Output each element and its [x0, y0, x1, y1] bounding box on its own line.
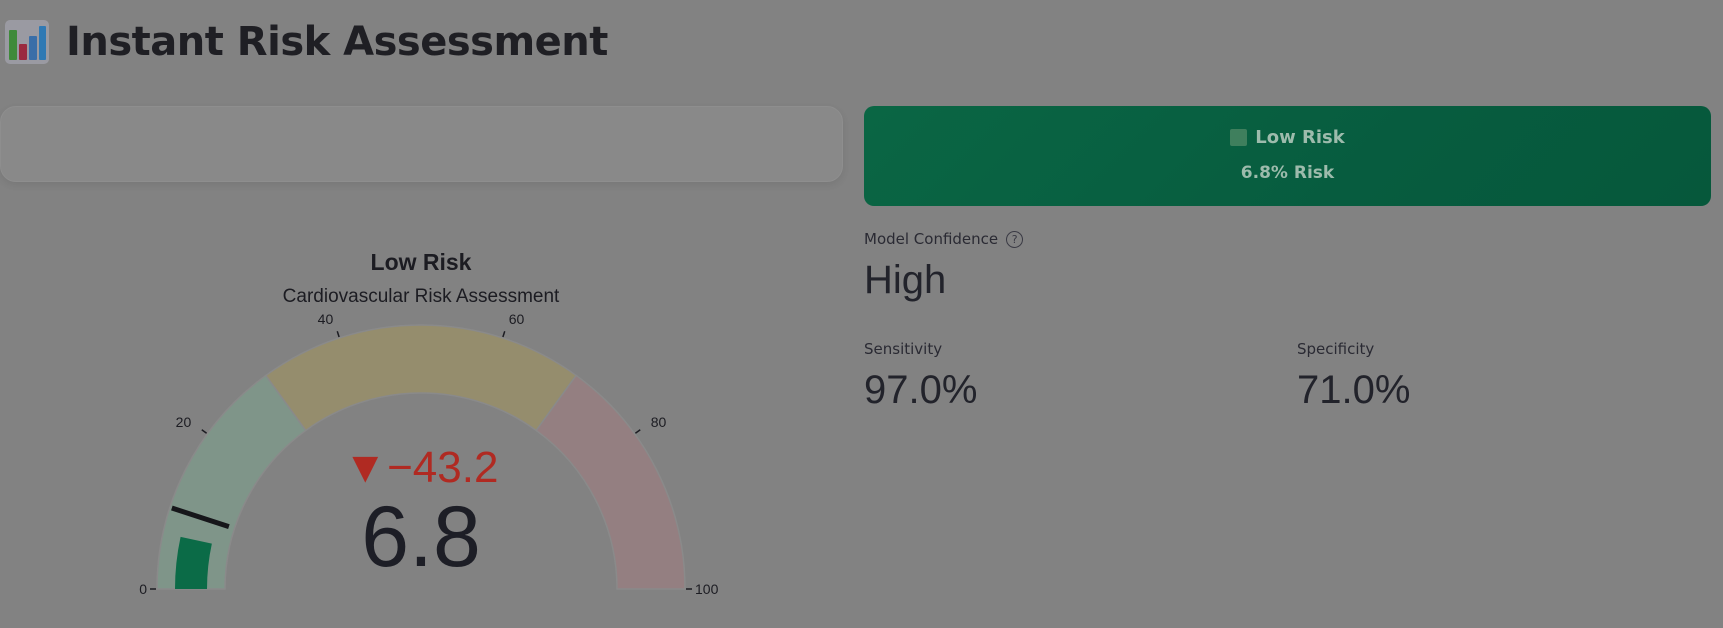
specificity-value: 71.0%: [1297, 368, 1411, 412]
gauge-tick-label: 20: [176, 414, 192, 430]
gauge-tick-label: 100: [695, 581, 719, 597]
gauge-step-1: [264, 324, 578, 432]
gauge-tick-mark: [502, 331, 506, 338]
gauge-tick-mark: [336, 331, 340, 338]
banner-label: Low Risk: [1255, 127, 1345, 148]
confidence-value: High: [864, 258, 947, 302]
specificity-label: Specificity: [1297, 340, 1375, 358]
green-square-icon: [1230, 129, 1248, 146]
sensitivity-value: 97.0%: [864, 368, 978, 412]
gauge-value-bar: [175, 536, 212, 589]
bar-chart-icon: [5, 20, 49, 64]
banner-risk-text: 6.8% Risk: [1240, 163, 1335, 183]
gauge-tick-label: 80: [651, 414, 667, 430]
risk-banner: Low Risk 6.8% Risk: [864, 106, 1711, 206]
gauge-tick-label: 0: [139, 581, 147, 597]
banner-title: Low Risk: [864, 127, 1711, 148]
confidence-metric-label: Model Confidence ?: [864, 230, 1024, 248]
header: Instant Risk Assessment: [5, 16, 608, 68]
gauge-delta: ▼−43.2: [344, 443, 499, 492]
gauge-step-2: [535, 374, 686, 590]
sensitivity-label: Sensitivity: [864, 340, 943, 358]
gauge-tick-label: 40: [318, 311, 334, 327]
page-title: Instant Risk Assessment: [66, 19, 608, 65]
gauge-tick-mark: [634, 429, 641, 434]
gauge-title: Low Risk: [371, 249, 472, 275]
confidence-label: Model Confidence: [864, 230, 999, 248]
page: Instant Risk Assessment Low Risk 6.8% Ri…: [0, 0, 1723, 628]
gauge-tick-label: 60: [509, 311, 525, 327]
gauge-subtitle: Cardiovascular Risk Assessment: [283, 286, 560, 307]
empty-card: [0, 106, 843, 182]
gauge-tick-mark: [201, 429, 208, 434]
gauge-value: 6.8: [361, 489, 481, 585]
question-circle-icon[interactable]: ?: [1006, 230, 1024, 248]
risk-gauge: Low Risk Cardiovascular Risk Assessment …: [139, 249, 719, 597]
